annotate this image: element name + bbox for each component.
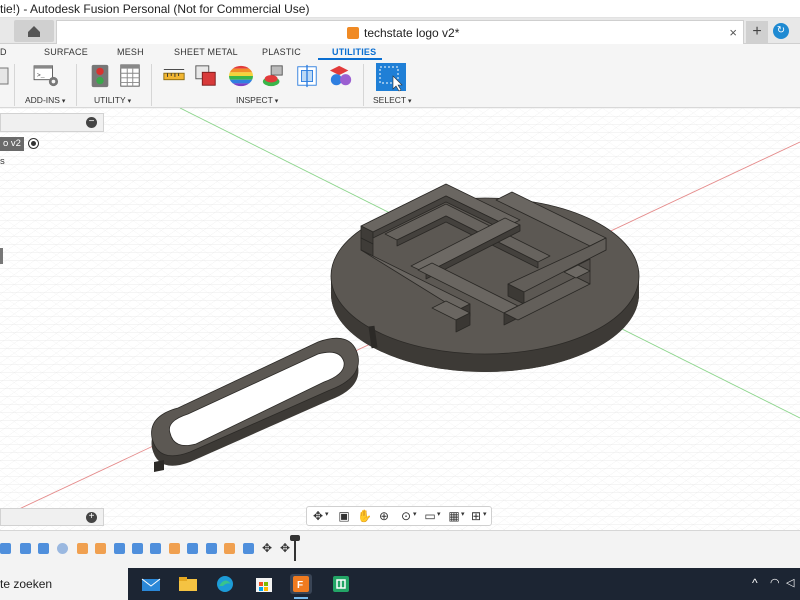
svg-text:F: F xyxy=(297,580,303,591)
group-inspect[interactable]: INSPECT xyxy=(236,95,278,105)
group-select[interactable]: SELECT xyxy=(373,95,412,105)
display-settings-icon[interactable]: ▭ xyxy=(423,509,437,523)
navigation-bar: ✥ ▾ ▣ ✋ ⊕ ⊙ ▾ ▭ ▾ ▦ ▾ ⊞ ▾ xyxy=(306,506,492,526)
parameters-table-icon[interactable] xyxy=(118,64,142,88)
timeline-feature-icon[interactable] xyxy=(132,543,143,554)
comments-panel-header[interactable]: + xyxy=(0,508,104,526)
taskbar-search-box[interactable]: te zoeken xyxy=(0,568,128,600)
timeline-sketch-icon[interactable] xyxy=(77,543,88,554)
timeline-feature-icon[interactable] xyxy=(38,543,49,554)
new-tab-button[interactable]: + xyxy=(746,21,768,43)
timeline-sketch-icon[interactable] xyxy=(224,543,235,554)
close-tab-button[interactable]: × xyxy=(729,25,737,40)
document-tab-bar: techstate logo v2* × + ↻ xyxy=(0,18,800,44)
store-app-icon[interactable] xyxy=(253,574,275,594)
mail-app-icon[interactable] xyxy=(140,574,162,594)
home-icon xyxy=(28,26,40,37)
group-utility[interactable]: UTILITY xyxy=(94,95,131,105)
add-comment-icon[interactable]: + xyxy=(86,512,97,523)
active-component-radio[interactable] xyxy=(28,138,39,149)
timeline-feature-icon[interactable] xyxy=(57,543,68,554)
tab-mesh[interactable]: MESH xyxy=(117,47,144,57)
tab-surface[interactable]: SURFACE xyxy=(44,47,88,57)
timeline-sketch-icon[interactable] xyxy=(95,543,106,554)
chevron-down-icon[interactable]: ▾ xyxy=(483,510,487,518)
browser-panel-header[interactable]: − xyxy=(0,113,104,132)
timeline-move-icon[interactable]: ✥ xyxy=(280,542,291,554)
svg-text:>_: >_ xyxy=(37,72,45,79)
wifi-icon[interactable]: ◠ xyxy=(770,576,780,589)
edge-browser-icon[interactable] xyxy=(214,574,236,594)
browser-root-component[interactable]: o v2 xyxy=(0,137,24,151)
separator xyxy=(363,64,364,106)
title-bar: tie!) - Autodesk Fusion Personal (Not fo… xyxy=(0,0,800,18)
tab-sheet-metal[interactable]: SHEET METAL xyxy=(174,47,238,57)
window-title: tie!) - Autodesk Fusion Personal (Not fo… xyxy=(0,2,310,16)
separator xyxy=(151,64,152,106)
chevron-down-icon[interactable]: ▾ xyxy=(325,510,329,518)
document-name: techstate logo v2* xyxy=(364,26,460,40)
scripts-addins-icon[interactable]: >_ xyxy=(32,64,62,88)
cube-doc-icon xyxy=(347,27,359,39)
interference-icon[interactable] xyxy=(194,64,218,88)
timeline-feature-icon[interactable] xyxy=(206,543,217,554)
separator xyxy=(76,64,77,106)
select-tool-icon[interactable] xyxy=(375,62,407,92)
separator xyxy=(14,64,15,106)
active-tab-indicator xyxy=(318,58,382,60)
zebra-analysis-icon[interactable] xyxy=(227,64,255,88)
timeline-move-icon[interactable]: ✥ xyxy=(262,542,273,554)
browser-item-label[interactable]: s xyxy=(0,156,5,167)
timeline-feature-icon[interactable] xyxy=(243,543,254,554)
tab-utilities[interactable]: UTILITIES xyxy=(332,47,376,57)
volume-icon[interactable]: ◁ xyxy=(786,576,794,589)
timeline-feature-icon[interactable] xyxy=(187,543,198,554)
chevron-down-icon[interactable]: ▾ xyxy=(461,510,465,518)
file-explorer-icon[interactable] xyxy=(177,574,199,594)
chevron-down-icon[interactable]: ▾ xyxy=(413,510,417,518)
toolbar-ribbon: D SURFACE MESH SHEET METAL PLASTIC UTILI… xyxy=(0,44,800,108)
fusion-app-icon[interactable]: F xyxy=(290,574,312,599)
job-status-icon[interactable]: ↻ xyxy=(773,23,789,39)
draft-analysis-icon[interactable] xyxy=(261,64,285,88)
sheets-app-icon[interactable] xyxy=(330,574,352,594)
document-tab[interactable]: techstate logo v2* × xyxy=(56,20,744,44)
timeline-feature-icon[interactable] xyxy=(150,543,161,554)
section-analysis-icon[interactable] xyxy=(295,64,319,88)
canvas-viewport[interactable] xyxy=(0,108,800,530)
tab-plastic[interactable]: PLASTIC xyxy=(262,47,301,57)
display-component-colors-icon[interactable] xyxy=(327,64,355,88)
timeline-feature-icon[interactable] xyxy=(20,543,31,554)
timeline-sketch-icon[interactable] xyxy=(169,543,180,554)
traffic-light-icon[interactable] xyxy=(88,64,112,88)
pan-hand-icon[interactable]: ✋ xyxy=(357,509,372,523)
timeline-feature-icon[interactable] xyxy=(0,543,11,554)
timeline-feature-icon[interactable] xyxy=(114,543,125,554)
design-timeline: ✥ ✥ xyxy=(0,530,800,568)
browser-resize-handle[interactable] xyxy=(0,248,3,264)
taskbar-search-text: te zoeken xyxy=(0,577,53,591)
chevron-down-icon[interactable]: ▾ xyxy=(437,510,441,518)
home-button[interactable] xyxy=(14,20,54,42)
tab-solid[interactable]: D xyxy=(0,47,7,57)
measure-icon[interactable] xyxy=(162,64,186,88)
model-scene[interactable] xyxy=(0,108,800,530)
orbit-move-icon[interactable]: ✥ xyxy=(311,509,325,523)
timeline-marker[interactable] xyxy=(290,535,300,561)
viewports-icon[interactable]: ⊞ xyxy=(469,509,483,523)
fit-zoom-icon[interactable]: ⊙ xyxy=(399,509,413,523)
collapse-browser-icon[interactable]: − xyxy=(86,117,97,128)
group-add-ins[interactable]: ADD-INS xyxy=(25,95,65,105)
tray-overflow-icon[interactable]: ^ xyxy=(752,576,758,590)
look-at-icon[interactable]: ▣ xyxy=(337,509,351,523)
grid-settings-icon[interactable]: ▦ xyxy=(447,509,461,523)
zoom-icon[interactable]: ⊕ xyxy=(377,509,391,523)
